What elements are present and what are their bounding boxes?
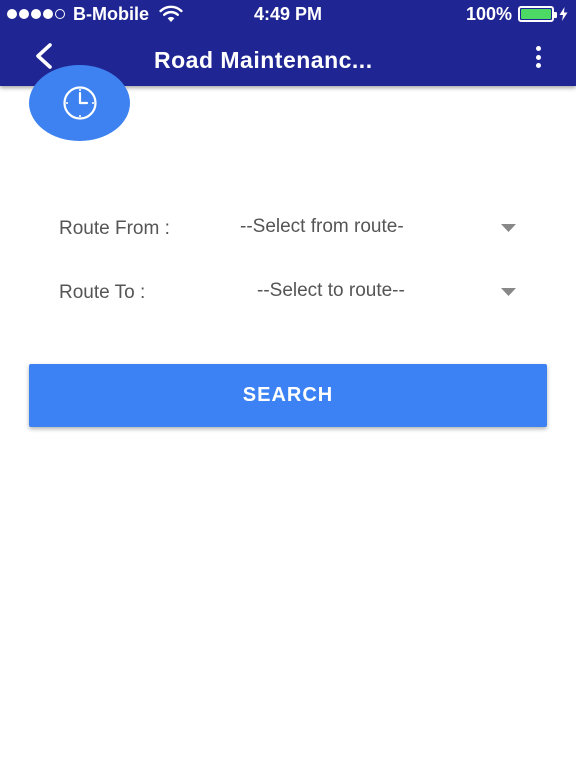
more-vert-icon-dot — [535, 54, 541, 60]
chevron-left-icon — [36, 43, 52, 69]
charging-icon — [559, 7, 568, 21]
route-from-row: Route From : --Select from route- — [0, 208, 576, 248]
more-options-button[interactable] — [528, 44, 548, 70]
more-vert-icon — [535, 46, 541, 51]
status-right: 100% — [466, 4, 568, 24]
route-to-label: Route To : — [59, 282, 146, 303]
page-title: Road Maintenanc... — [154, 47, 373, 73]
route-from-value: --Select from route- — [240, 216, 404, 237]
more-vert-icon-dot — [535, 63, 541, 68]
history-fab-button[interactable] — [29, 65, 130, 141]
clock-icon — [62, 86, 97, 120]
route-to-row: Route To : --Select to route-- — [0, 272, 576, 312]
caret-down-icon — [501, 288, 516, 296]
battery-icon — [518, 6, 557, 22]
battery-cap — [554, 12, 557, 18]
battery-fill — [521, 9, 551, 19]
route-to-value: --Select to route-- — [257, 280, 405, 301]
route-from-label: Route From : — [59, 218, 170, 239]
caret-down-icon — [501, 224, 516, 232]
status-bar: B-Mobile 4:49 PM 100% — [0, 0, 576, 28]
app-screen: B-Mobile 4:49 PM 100% Road Maintenanc...… — [0, 0, 576, 768]
back-button[interactable] — [28, 40, 60, 72]
search-button[interactable]: SEARCH — [29, 364, 547, 427]
battery-percent: 100% — [465, 4, 512, 24]
